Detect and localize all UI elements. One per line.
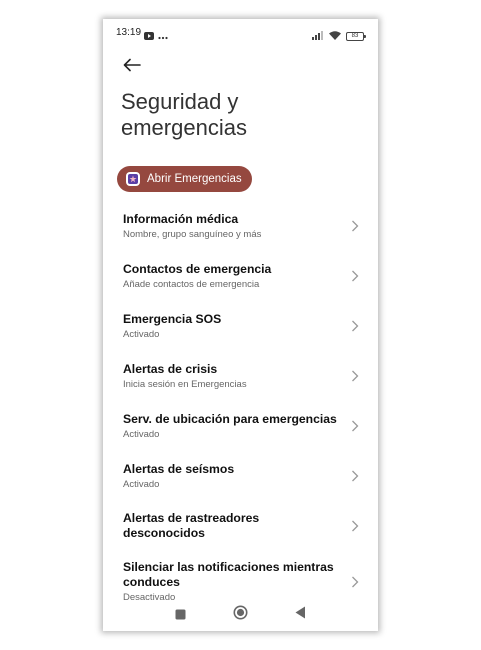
chevron-right-icon: [352, 270, 359, 282]
item-title: Alertas de seísmos: [123, 461, 235, 476]
status-time: 13:19: [116, 27, 142, 38]
chevron-right-icon: [352, 520, 359, 532]
list-item-earthquake-alerts[interactable]: Alertas de seísmos Activado: [103, 451, 378, 501]
chevron-right-icon: [352, 576, 359, 588]
phone-screen: 13:19 83 Seguridad y emergencias Abrir E…: [103, 19, 378, 631]
chevron-right-icon: [352, 220, 359, 232]
item-title: Alertas de rastreadores desconocidos: [123, 511, 260, 540]
item-title: Información médica: [123, 211, 239, 226]
item-subtitle: Inicia sesión en Emergencias: [123, 378, 247, 390]
open-emergencies-button[interactable]: Abrir Emergencias: [117, 166, 252, 192]
wifi-icon: [329, 27, 341, 45]
recents-square-icon[interactable]: [175, 607, 186, 625]
status-right-icons: 83: [312, 27, 366, 45]
status-bar: 13:19 83: [103, 19, 378, 47]
status-left-icons: [144, 27, 168, 45]
item-title: Silenciar las notificaciones mientras co…: [123, 560, 334, 589]
chevron-right-icon: [352, 320, 359, 332]
settings-list: Información médica Nombre, grupo sanguín…: [103, 201, 378, 613]
arrow-left-icon: [123, 58, 141, 72]
list-item-medical-info[interactable]: Información médica Nombre, grupo sanguín…: [103, 201, 378, 251]
item-title: Contactos de emergencia: [123, 261, 272, 276]
more-dots-icon: [158, 27, 168, 45]
signal-icon: [312, 27, 324, 45]
item-subtitle: Activado: [123, 478, 160, 490]
item-title: Alertas de crisis: [123, 361, 218, 376]
back-button[interactable]: [120, 53, 144, 77]
back-triangle-icon[interactable]: [295, 606, 306, 624]
chevron-right-icon: [352, 420, 359, 432]
page-title: Seguridad y emergencias: [121, 89, 247, 140]
chevron-right-icon: [352, 370, 359, 382]
list-item-emergency-contacts[interactable]: Contactos de emergencia Añade contactos …: [103, 251, 378, 301]
battery-icon: 83: [346, 31, 366, 41]
list-item-tracker-alerts[interactable]: Alertas de rastreadores desconocidos: [103, 501, 378, 551]
battery-level: 83: [351, 32, 359, 39]
item-subtitle: Añade contactos de emergencia: [123, 278, 260, 290]
list-item-crisis-alerts[interactable]: Alertas de crisis Inicia sesión en Emerg…: [103, 351, 378, 401]
open-emergencies-label: Abrir Emergencias: [147, 173, 242, 185]
item-title: Serv. de ubicación para emergencias: [123, 411, 337, 426]
home-circle-icon[interactable]: [233, 605, 248, 625]
youtube-icon: [144, 27, 154, 45]
emergency-app-icon: [126, 172, 140, 186]
chevron-right-icon: [352, 470, 359, 482]
item-subtitle: Nombre, grupo sanguíneo y más: [123, 228, 262, 240]
list-item-emergency-sos[interactable]: Emergencia SOS Activado: [103, 301, 378, 351]
list-item-emergency-location[interactable]: Serv. de ubicación para emergencias Acti…: [103, 401, 378, 451]
item-subtitle: Activado: [123, 428, 160, 440]
item-title: Emergencia SOS: [123, 311, 222, 326]
navigation-bar: [103, 595, 378, 631]
item-subtitle: Activado: [123, 328, 160, 340]
